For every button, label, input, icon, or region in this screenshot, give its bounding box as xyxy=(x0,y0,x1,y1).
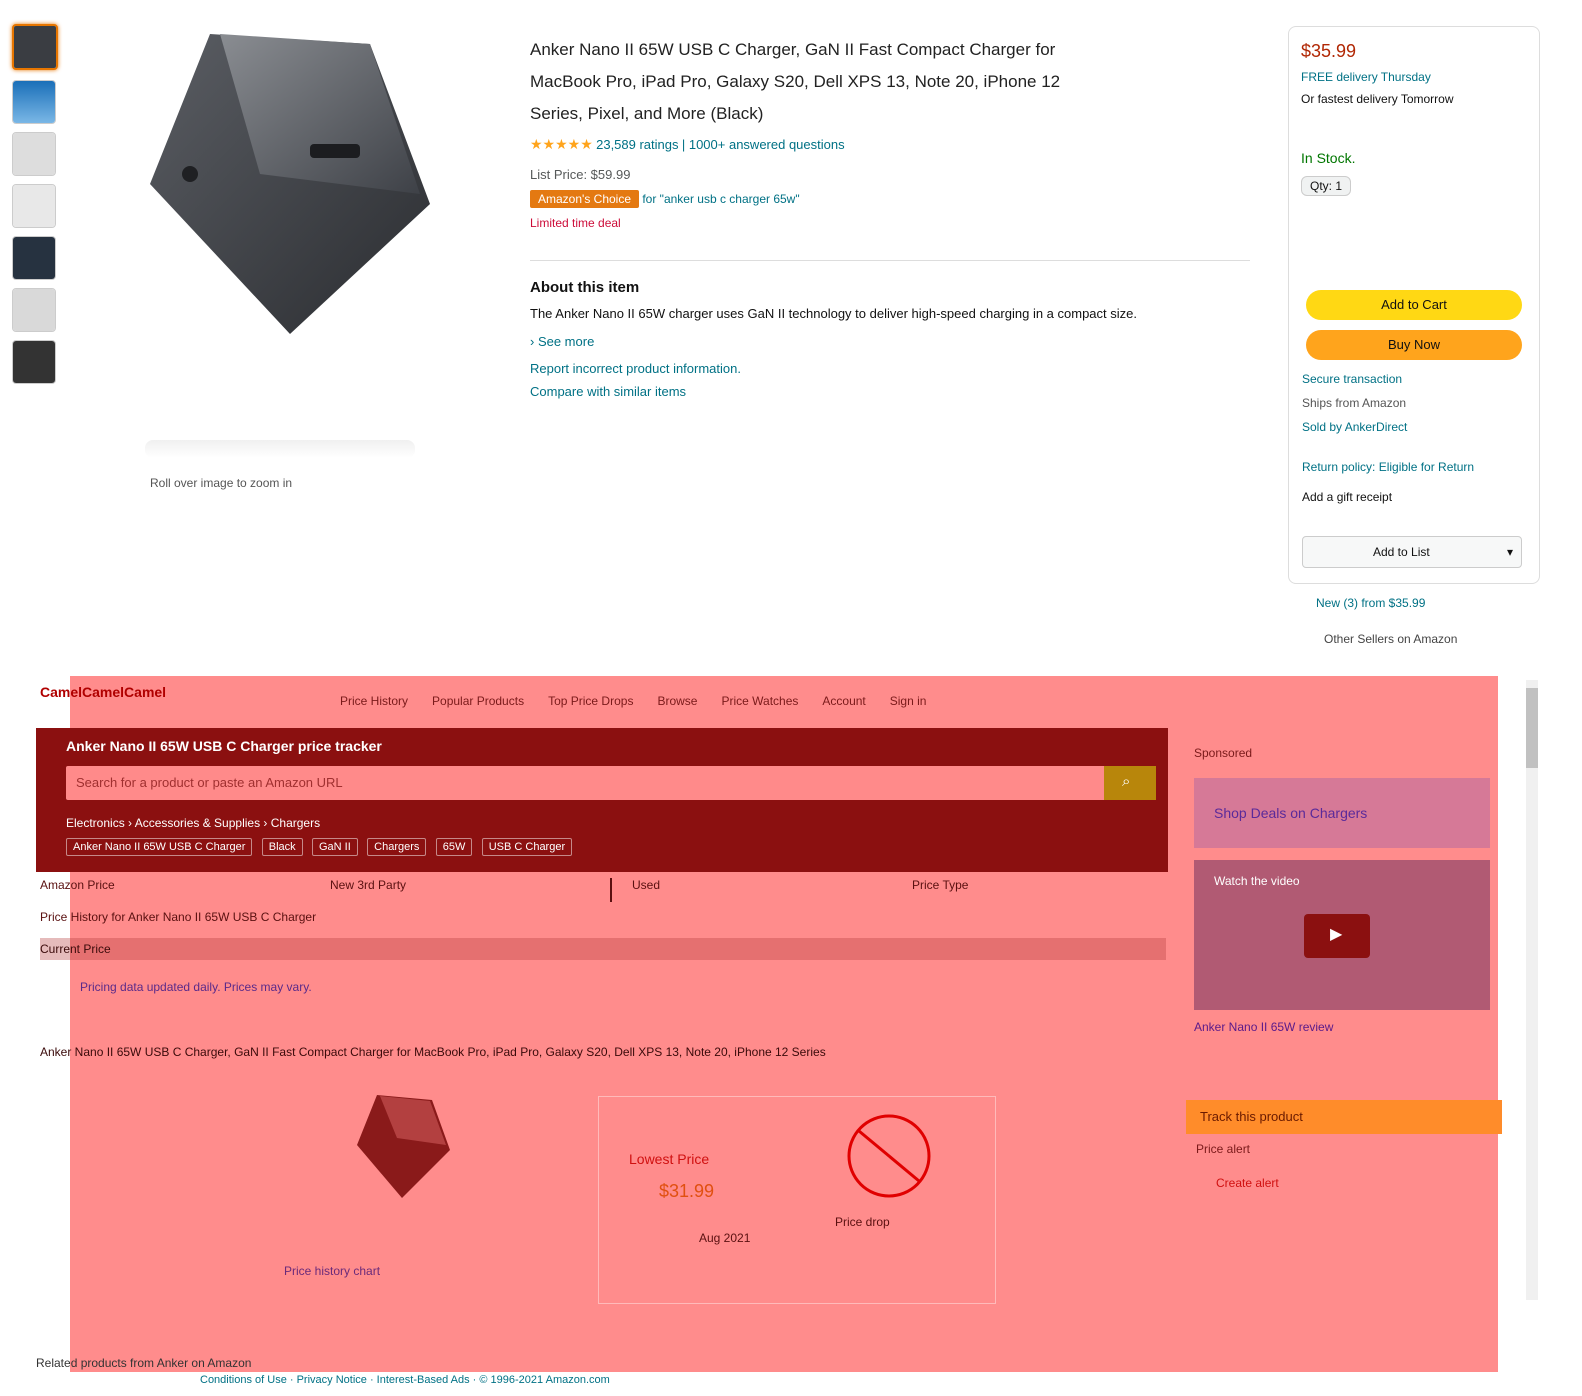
return-policy-link[interactable]: Return policy: Eligible for Return xyxy=(1302,460,1474,474)
price-col-amazon[interactable]: Amazon Price xyxy=(40,878,330,902)
add-to-cart-button[interactable]: Add to Cart xyxy=(1306,290,1522,320)
tracker-product-thumb xyxy=(352,1090,452,1200)
track-product-button[interactable]: Track this product xyxy=(1186,1100,1502,1134)
price-col-type[interactable]: Price Type xyxy=(912,878,968,902)
sidebar-video[interactable]: ▶ Watch the video xyxy=(1194,860,1490,1010)
thumbnail-6[interactable] xyxy=(12,288,56,332)
video-label: Watch the video xyxy=(1214,874,1300,888)
create-alert-link[interactable]: Create alert xyxy=(1216,1176,1502,1190)
tracker-title: Anker Nano II 65W USB C Charger price tr… xyxy=(66,738,382,754)
list-price: List Price: $59.99 xyxy=(530,167,631,182)
report-link[interactable]: Report incorrect product information. xyxy=(530,361,1250,376)
data-note: Pricing data updated daily. Prices may v… xyxy=(80,980,312,994)
tracker-nav: Price History Popular Products Top Price… xyxy=(340,694,926,708)
price-col-used[interactable]: Used xyxy=(610,878,912,902)
divider xyxy=(530,260,1250,261)
tracker-description: Anker Nano II 65W USB C Charger, GaN II … xyxy=(40,1045,826,1059)
delivery-text[interactable]: FREE delivery Thursday xyxy=(1301,70,1527,84)
thumbnail-5[interactable] xyxy=(12,236,56,280)
thumbnail-2[interactable] xyxy=(12,80,56,124)
ships-from: Ships from Amazon xyxy=(1302,396,1407,410)
tracker-sidebar: Sponsored Shop Deals on Chargers ▶ Watch… xyxy=(1186,742,1502,1302)
price-alert-label: Price alert xyxy=(1196,1142,1251,1156)
product-image xyxy=(130,24,440,344)
nav-item-top-drops[interactable]: Top Price Drops xyxy=(548,694,633,708)
quantity-select[interactable]: Qty: 1 xyxy=(1301,176,1352,196)
scrollbar-thumb[interactable] xyxy=(1526,688,1538,768)
see-more-link[interactable]: › See more xyxy=(530,334,1250,349)
nav-item-account[interactable]: Account xyxy=(822,694,865,708)
ratings-link[interactable]: 23,589 ratings xyxy=(596,137,678,152)
thumbnail-video[interactable] xyxy=(12,340,56,384)
lowest-price-label: Lowest Price xyxy=(629,1151,710,1167)
zoom-caption: Roll over image to zoom in xyxy=(150,476,293,490)
nav-item-popular[interactable]: Popular Products xyxy=(432,694,524,708)
nav-item-signin[interactable]: Sign in xyxy=(890,694,927,708)
price-col-3p[interactable]: New 3rd Party xyxy=(330,878,610,902)
tag-item[interactable]: Black xyxy=(261,838,303,856)
image-reflection xyxy=(145,440,415,458)
tag-list: Anker Nano II 65W USB C Charger Black Ga… xyxy=(66,838,578,856)
add-to-list-label: Add to List xyxy=(1373,545,1430,559)
nav-item-browse[interactable]: Browse xyxy=(657,694,697,708)
gift-receipt-checkbox[interactable]: Add a gift receipt xyxy=(1302,490,1392,504)
tracker-logo[interactable]: CamelCamelCamel xyxy=(40,684,166,700)
sidebar-caption[interactable]: Anker Nano II 65W review xyxy=(1194,1020,1502,1034)
chart-caption[interactable]: Price history chart xyxy=(284,1264,380,1278)
lowest-price-date: Aug 2021 xyxy=(699,1231,751,1245)
badge-keyword-link[interactable]: for "anker usb c charger 65w" xyxy=(642,192,799,206)
sold-by-link[interactable]: Sold by AnkerDirect xyxy=(1302,420,1407,434)
price-drop-label: Price drop xyxy=(835,1215,890,1229)
product-title-2: MacBook Pro, iPad Pro, Galaxy S20, Dell … xyxy=(530,72,1061,91)
tracker-search-input[interactable]: Search for a product or paste an Amazon … xyxy=(66,766,1106,800)
price-summary-box: Lowest Price $31.99 Aug 2021 Price drop xyxy=(598,1096,996,1304)
thumbnail-3[interactable] xyxy=(12,132,56,176)
new-used-link[interactable]: New (3) from $35.99 xyxy=(1316,596,1425,610)
overlay-scrollbar[interactable] xyxy=(1526,680,1538,1300)
nav-item-watches[interactable]: Price Watches xyxy=(721,694,798,708)
about-title: About this item xyxy=(530,279,640,296)
amazons-choice-badge: Amazon's Choice xyxy=(530,190,639,208)
thumbnail-4[interactable] xyxy=(12,184,56,228)
answered-questions-link[interactable]: | 1000+ answered questions xyxy=(682,137,845,152)
compare-link[interactable]: Compare with similar items xyxy=(530,384,1250,399)
chevron-down-icon: ▾ xyxy=(1506,545,1513,559)
current-price-row: Current Price xyxy=(40,938,1166,960)
tag-item[interactable]: GaN II xyxy=(312,838,358,856)
thumbnail-1[interactable] xyxy=(12,24,58,70)
buybox-price: $35.99 xyxy=(1301,41,1357,61)
price-type-row: Amazon Price New 3rd Party Used Price Ty… xyxy=(40,878,1166,902)
footer-links[interactable]: Conditions of Use · Privacy Notice · Int… xyxy=(200,1374,610,1386)
deal-line: Limited time deal xyxy=(530,216,621,230)
play-icon[interactable]: ▶ xyxy=(1304,914,1370,958)
other-sellers: Other Sellers on Amazon xyxy=(1324,632,1458,646)
related-products-label: Related products from Anker on Amazon xyxy=(36,1356,252,1370)
stock-status: In Stock. xyxy=(1301,150,1356,166)
price-history-heading: Price History for Anker Nano II 65W USB … xyxy=(40,910,317,924)
about-text: The Anker Nano II 65W charger uses GaN I… xyxy=(530,306,1137,321)
sidebar-promo[interactable]: Shop Deals on Chargers xyxy=(1194,778,1490,848)
nav-item-price-history[interactable]: Price History xyxy=(340,694,408,708)
tracker-search-button[interactable]: ⌕ xyxy=(1104,766,1156,800)
lowest-price-value: $31.99 xyxy=(659,1181,715,1201)
sidebar-title: Sponsored xyxy=(1194,746,1253,760)
product-title-3: Series, Pixel, and More (Black) xyxy=(530,104,764,123)
buy-now-button[interactable]: Buy Now xyxy=(1306,330,1522,360)
tag-item[interactable]: Anker Nano II 65W USB C Charger xyxy=(66,838,253,856)
tracker-breadcrumb[interactable]: Electronics › Accessories & Supplies › C… xyxy=(66,816,320,830)
fastest-delivery: Or fastest delivery Tomorrow xyxy=(1301,92,1454,106)
tag-item[interactable]: Chargers xyxy=(367,838,427,856)
add-to-list-button[interactable]: Add to List ▾ xyxy=(1302,536,1522,568)
search-icon: ⌕ xyxy=(1122,773,1131,790)
tag-item[interactable]: USB C Charger xyxy=(481,838,573,856)
tag-item[interactable]: 65W xyxy=(435,838,473,856)
tracker-header: Anker Nano II 65W USB C Charger price tr… xyxy=(36,728,1168,872)
star-rating-icon: ★★★★★ xyxy=(530,136,593,152)
secure-transaction-link[interactable]: Secure transaction xyxy=(1302,372,1402,386)
product-title-1: Anker Nano II 65W USB C Charger, GaN II … xyxy=(530,40,1056,59)
price-drop-icon xyxy=(847,1114,931,1198)
